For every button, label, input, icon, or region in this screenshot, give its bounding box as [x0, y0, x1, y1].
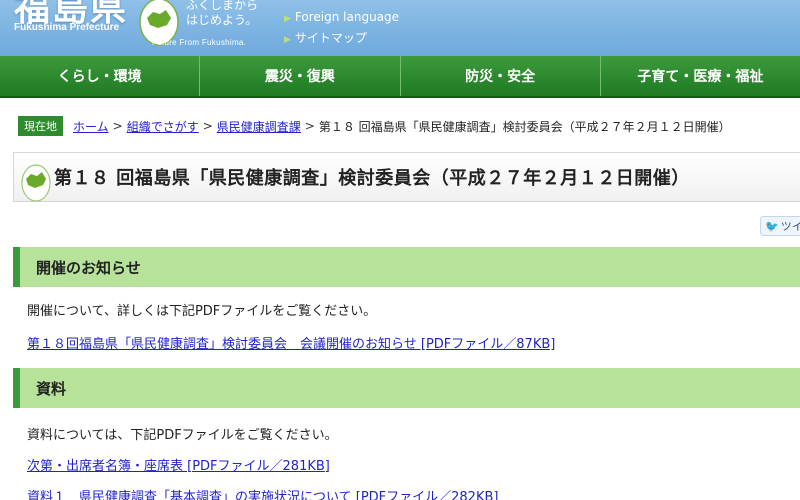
tweet-button[interactable]: 🐦 ツイ — [760, 216, 800, 236]
slogan-japanese: ふくしまから はじめよう。 — [186, 0, 259, 27]
twitter-bird-icon: 🐦 — [765, 219, 779, 233]
breadcrumb: 現在地 ホーム > 組織でさがす > 県民健康調査課 > 第１８ 回福島県「県民… — [0, 112, 800, 140]
global-nav: くらし・環境 震災・復興 防災・安全 子育て・医療・福祉 — [0, 56, 800, 98]
materials-pdf-link-agenda[interactable]: 次第・出席者名簿・座席表 [PDFファイル／281KB] — [27, 455, 800, 474]
triangle-right-icon: ▶ — [284, 35, 291, 45]
section-heading-notice: 開催のお知らせ — [13, 247, 800, 287]
egg-logo-icon — [21, 164, 51, 202]
breadcrumb-separator: > — [304, 119, 315, 133]
materials-pdf-link-basic-survey[interactable]: 資料１ 県民健康調査「基本調査」の実施状況について [PDFファイル／282KB… — [27, 486, 800, 500]
breadcrumb-link-organization[interactable]: 組織でさがす — [127, 118, 199, 135]
breadcrumb-badge: 現在地 — [18, 116, 63, 136]
site-logo-subtitle: Fukushima Prefecture — [14, 22, 120, 33]
section-heading-materials: 資料 — [13, 368, 800, 408]
notice-pdf-link[interactable]: 第１８回福島県「県民健康調査」検討委員会 会議開催のお知らせ [PDFファイル／… — [27, 333, 800, 352]
foreign-language-link[interactable]: ▶ Foreign language — [284, 8, 399, 29]
sitemap-link[interactable]: ▶ サイトマップ — [284, 29, 399, 50]
nav-item-disaster-prevention[interactable]: 防災・安全 — [401, 56, 601, 96]
header-links: ▶ Foreign language ▶ サイトマップ — [284, 8, 399, 50]
triangle-right-icon: ▶ — [284, 14, 291, 24]
breadcrumb-current: 第１８ 回福島県「県民健康調査」検討委員会（平成２７年２月１２日開催） — [318, 119, 731, 134]
nav-item-disaster-reconstruction[interactable]: 震災・復興 — [200, 56, 401, 96]
notice-text: 開催について、詳しくは下記PDFファイルをご覧ください。 — [27, 304, 377, 319]
site-header: 福島県 Fukushima Prefecture ふくしまから はじめよう。 F… — [0, 0, 800, 56]
nav-item-living-environment[interactable]: くらし・環境 — [0, 56, 201, 96]
page-title: 第１８ 回福島県「県民健康調査」検討委員会（平成２７年２月１２日開催） — [54, 168, 690, 189]
breadcrumb-link-home[interactable]: ホーム — [73, 118, 109, 135]
breadcrumb-link-health-survey-division[interactable]: 県民健康調査課 — [217, 118, 301, 135]
nav-item-childcare-medical-welfare[interactable]: 子育て・医療・福祉 — [601, 56, 800, 96]
breadcrumb-separator: > — [112, 119, 123, 133]
materials-text: 資料については、下記PDFファイルをご覧ください。 — [27, 428, 338, 443]
slogan-english: Future From Fukushima. — [152, 38, 247, 47]
breadcrumb-separator: > — [202, 119, 213, 133]
page-title-box: 第１８ 回福島県「県民健康調査」検討委員会（平成２７年２月１２日開催） — [13, 152, 800, 202]
